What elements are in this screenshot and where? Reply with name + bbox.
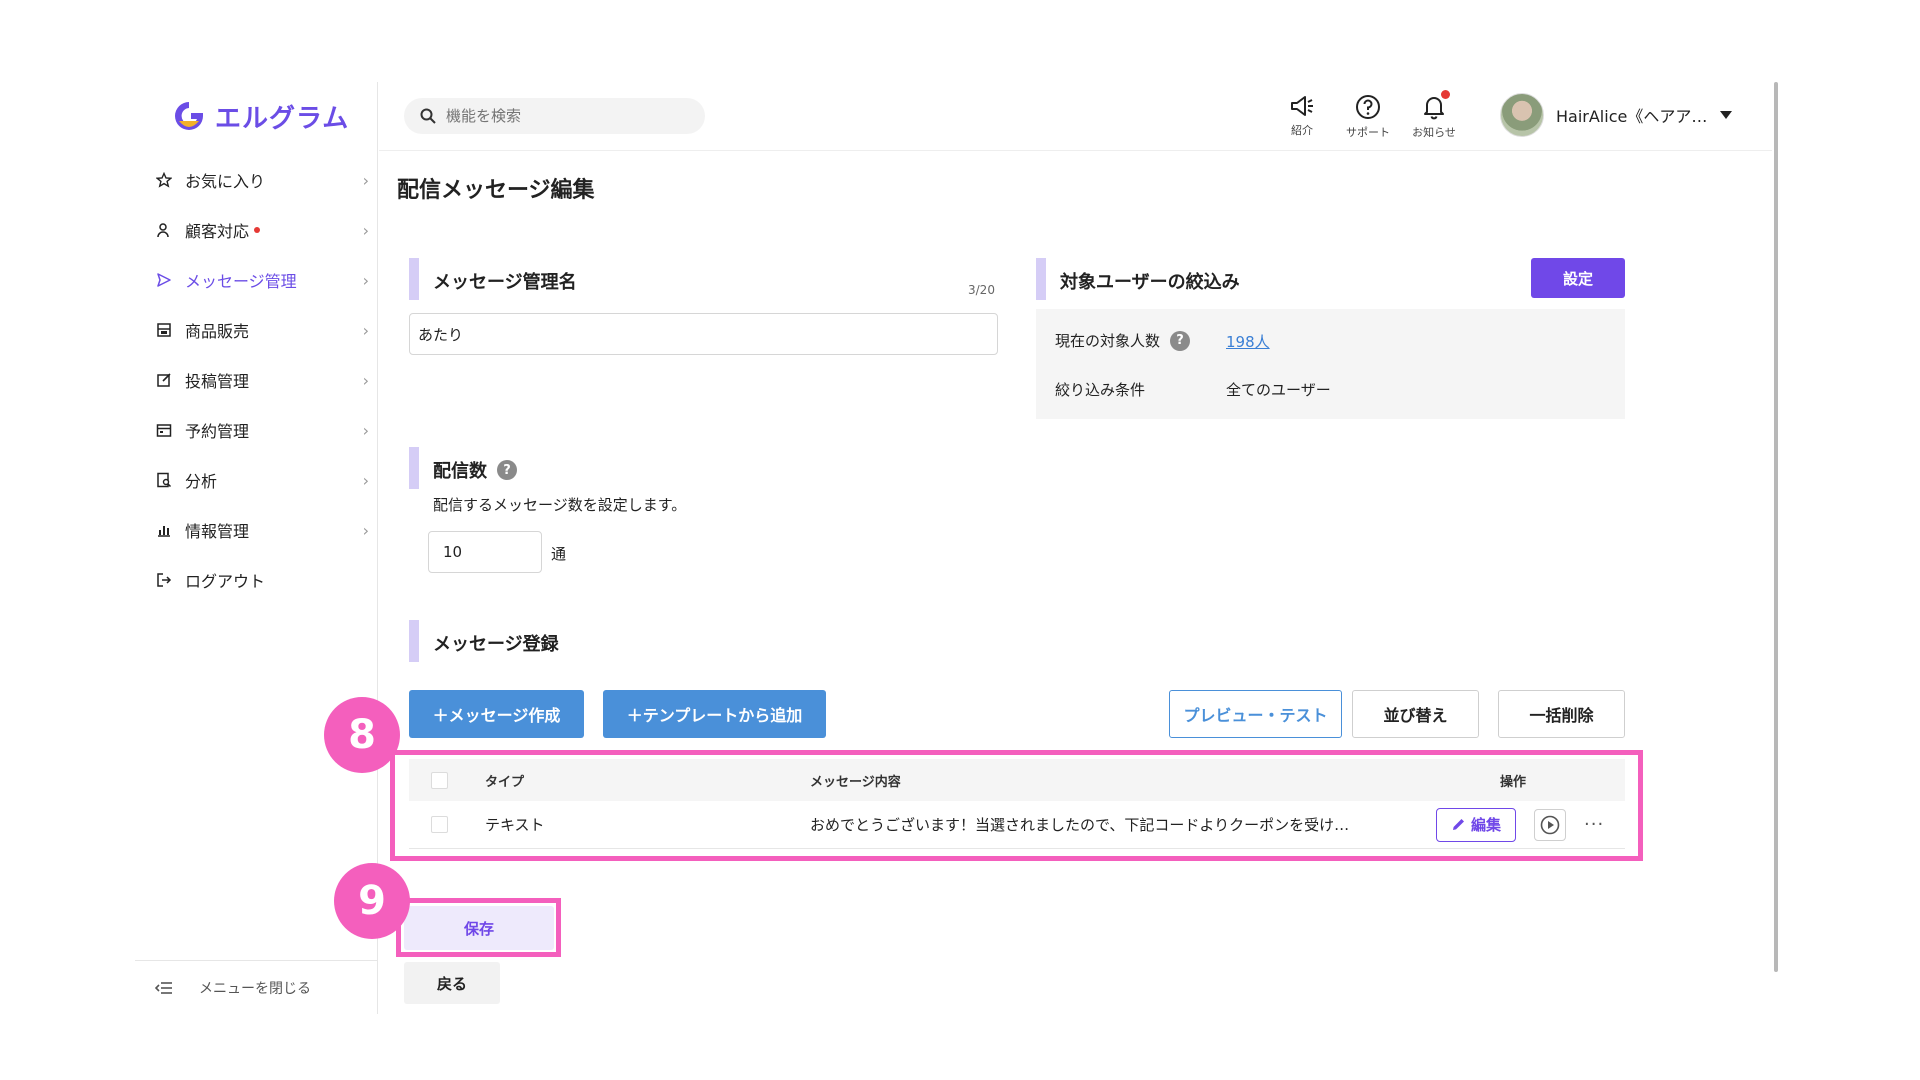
sidebar-item-8[interactable]: 情報管理 › [155, 514, 369, 546]
megaphone-icon [1291, 96, 1313, 116]
sidebar-item-label: 分析 [185, 472, 218, 491]
filter-condition-label: 絞り込み条件 [1055, 381, 1146, 399]
search-input[interactable] [446, 107, 676, 125]
search-icon [420, 108, 436, 124]
sidebar-item-4[interactable]: 商品販売 › [155, 314, 369, 346]
annotation-badge-9: 9 [334, 863, 410, 939]
message-name-input[interactable] [409, 313, 998, 355]
scrollbar[interactable] [1774, 82, 1778, 972]
send-count-title: 配信数 [433, 461, 487, 482]
create-message-button[interactable]: ＋メッセージ作成 [409, 690, 584, 738]
sidebar-item-1[interactable]: お気に入り › [155, 164, 369, 196]
sidebar-item-5[interactable]: 投稿管理 › [155, 364, 369, 396]
filter-panel [1036, 309, 1625, 419]
brand-name: エルグラム [215, 103, 350, 134]
sidebar-item-6[interactable]: 予約管理 › [155, 414, 369, 446]
send-count-description: 配信するメッセージ数を設定します。 [433, 496, 687, 514]
help-circle-icon [1356, 95, 1380, 119]
chevron-right-icon: › [362, 270, 369, 290]
search-box[interactable] [404, 98, 705, 134]
section-accent-bar [409, 258, 419, 300]
sidebar-item-label: ログアウト [185, 572, 266, 591]
sidebar-item-9[interactable]: ログアウト [155, 564, 369, 596]
notice-label: お知らせ [1412, 126, 1456, 139]
filter-condition-value: 全てのユーザー [1226, 381, 1331, 399]
bulk-delete-button[interactable]: 一括削除 [1498, 690, 1625, 738]
section-accent-bar [1036, 258, 1046, 300]
message-name-title: メッセージ管理名 [433, 272, 577, 293]
calendar-icon [155, 421, 173, 439]
filter-settings-button[interactable]: 設定 [1531, 258, 1625, 298]
star-icon [155, 171, 173, 189]
page-title: 配信メッセージ編集 [397, 178, 595, 203]
section-accent-bar [409, 447, 419, 489]
caret-down-icon [1720, 111, 1733, 119]
logout-icon [155, 571, 173, 589]
avatar [1500, 93, 1544, 137]
send-count-unit: 通 [551, 545, 567, 563]
char-count: 3/20 [968, 283, 995, 297]
chevron-right-icon: › [362, 420, 369, 440]
sidebar-item-7[interactable]: 分析 › [155, 464, 369, 496]
add-from-template-button[interactable]: ＋テンプレートから追加 [603, 690, 826, 738]
help-icon[interactable]: ? [1170, 330, 1191, 351]
user-menu[interactable]: HairAlice《ヘアア… [1500, 92, 1733, 138]
sort-button[interactable]: 並び替え [1352, 690, 1479, 738]
send-count-input[interactable] [428, 531, 542, 573]
sidebar-item-label: お気に入り [185, 172, 266, 191]
sidebar-item-3[interactable]: メッセージ管理 › [155, 264, 369, 296]
chevron-right-icon: › [362, 220, 369, 240]
sidebar-item-label: メッセージ管理 [185, 272, 297, 291]
sidebar-item-2[interactable]: 顧客対応 › [155, 214, 369, 246]
send-icon [155, 271, 173, 289]
header-divider [379, 150, 1772, 151]
target-count-link[interactable]: 198人 [1226, 331, 1270, 352]
analysis-icon [155, 471, 173, 489]
message-register-title: メッセージ登録 [433, 634, 559, 655]
back-button[interactable]: 戻る [404, 962, 500, 1004]
chevron-right-icon: › [362, 370, 369, 390]
intro-label: 紹介 [1291, 124, 1313, 137]
annotation-box-save [396, 898, 561, 957]
notification-dot [254, 227, 261, 233]
sidebar-item-label: 商品販売 [185, 322, 250, 341]
current-count-row: 現在の対象人数 ? [1055, 330, 1191, 351]
chart-icon [155, 521, 173, 539]
intro-button[interactable]: 紹介 [1274, 94, 1330, 138]
user-name: HairAlice《ヘアア… [1556, 107, 1708, 126]
target-filter-title: 対象ユーザーの絞込み [1060, 272, 1240, 293]
sidebar-item-label: 顧客対応 [185, 222, 250, 241]
section-accent-bar [409, 620, 419, 662]
collapse-menu-button[interactable]: メニューを閉じる [135, 960, 378, 1014]
chevron-right-icon: › [362, 520, 369, 540]
edit-icon [155, 371, 173, 389]
notification-dot [1441, 90, 1450, 99]
menu-collapse-icon [155, 981, 173, 995]
help-icon[interactable]: ? [497, 460, 517, 480]
app-logo[interactable]: エルグラム [171, 96, 349, 136]
support-label: サポート [1346, 126, 1390, 139]
chevron-right-icon: › [362, 470, 369, 490]
support-button[interactable]: サポート [1340, 94, 1396, 140]
shop-icon [155, 321, 173, 339]
chevron-right-icon: › [362, 320, 369, 340]
annotation-badge-8: 8 [324, 697, 400, 773]
sidebar-item-label: 情報管理 [185, 522, 250, 541]
notice-button[interactable]: お知らせ [1406, 90, 1462, 140]
current-count-label: 現在の対象人数 [1055, 332, 1161, 350]
chevron-right-icon: › [362, 170, 369, 190]
sidebar-item-label: 予約管理 [185, 422, 250, 441]
collapse-menu-label: メニューを閉じる [199, 980, 311, 997]
user-icon [155, 221, 173, 239]
annotation-box-table [390, 750, 1643, 861]
preview-test-button[interactable]: プレビュー・テスト [1169, 690, 1342, 738]
send-count-title-row: 配信数 ? [433, 457, 517, 483]
sidebar-item-label: 投稿管理 [185, 372, 250, 391]
logo-icon [175, 102, 203, 130]
